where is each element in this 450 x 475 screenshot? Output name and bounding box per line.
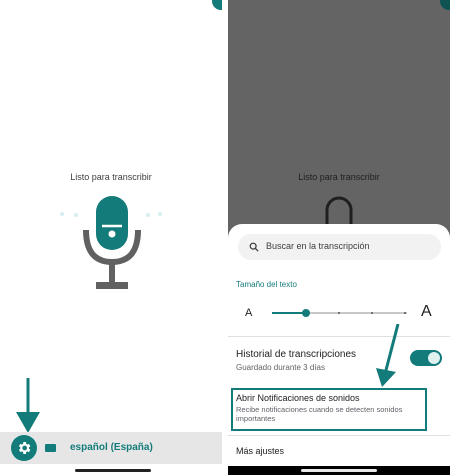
search-field[interactable]: Buscar en la transcripción bbox=[238, 234, 441, 260]
text-size-large-label: A bbox=[421, 303, 432, 320]
keyboard-icon[interactable] bbox=[45, 444, 56, 452]
slider-tick bbox=[371, 312, 373, 314]
left-screen: Listo para transcribir español (España) bbox=[0, 0, 222, 475]
settings-gear-icon bbox=[19, 442, 31, 454]
slider-tick bbox=[404, 312, 406, 314]
more-settings-item[interactable]: Más ajustes bbox=[236, 446, 284, 456]
language-selector[interactable]: español (España) bbox=[70, 442, 153, 453]
search-placeholder: Buscar en la transcripción bbox=[266, 241, 370, 251]
text-size-small-label: A bbox=[245, 307, 253, 319]
text-size-slider-fill bbox=[272, 312, 306, 314]
open-sound-notifications-title[interactable]: Abrir Notificaciones de sonidos bbox=[236, 393, 360, 403]
open-sound-notifications-subtitle: Recibe notificaciones cuando se detecten… bbox=[236, 405, 403, 423]
settings-sheet: Buscar en la transcripción Tamaño del te… bbox=[228, 224, 450, 475]
slider-tick bbox=[338, 312, 340, 314]
status-text-dimmed: Listo para transcribir bbox=[298, 172, 380, 182]
settings-button[interactable] bbox=[11, 435, 37, 461]
home-indicator bbox=[75, 469, 151, 472]
corner-indicator bbox=[440, 0, 450, 10]
annotation-arrow-icon bbox=[16, 378, 40, 433]
divider bbox=[228, 336, 450, 337]
right-screen: Listo para transcribir Buscar en la tran… bbox=[228, 0, 450, 475]
text-size-title: Tamaño del texto bbox=[236, 280, 297, 289]
corner-indicator bbox=[212, 0, 222, 10]
annotation-arrow-icon bbox=[376, 324, 400, 387]
history-title: Historial de transcripciones bbox=[236, 349, 357, 360]
home-indicator bbox=[301, 469, 377, 472]
history-toggle[interactable] bbox=[410, 350, 442, 366]
divider bbox=[228, 435, 450, 436]
microphone-icon-dimmed bbox=[325, 196, 353, 226]
status-text: Listo para transcribir bbox=[70, 172, 152, 182]
microphone-icon[interactable] bbox=[80, 196, 144, 292]
toggle-knob bbox=[428, 352, 440, 364]
history-subtitle: Guardado durante 3 días bbox=[236, 363, 325, 372]
search-icon bbox=[249, 242, 259, 252]
text-size-slider-thumb[interactable] bbox=[302, 309, 310, 317]
